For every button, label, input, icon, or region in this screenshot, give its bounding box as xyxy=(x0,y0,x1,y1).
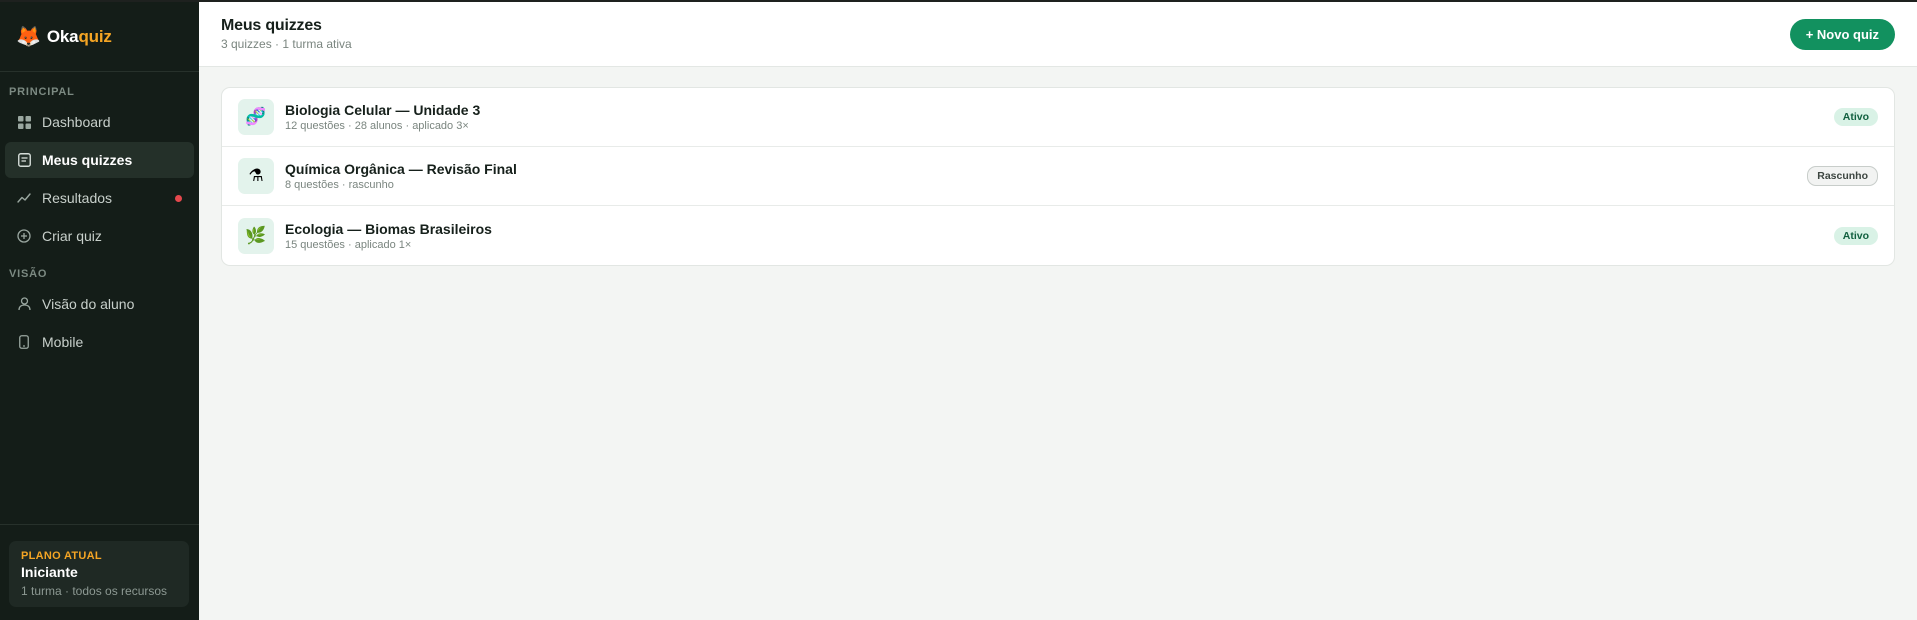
quiz-row-quimica[interactable]: ⚗ Química Orgânica — Revisão Final 8 que… xyxy=(222,147,1894,206)
sidebar-item-resultados[interactable]: Resultados xyxy=(5,180,194,216)
new-quiz-button[interactable]: + Novo quiz xyxy=(1789,18,1895,50)
flask-icon: ⚗ xyxy=(238,158,274,194)
phone-icon xyxy=(17,335,31,349)
header-titles: Meus quizzes 3 quizzes · 1 turma ativa xyxy=(221,17,352,51)
notification-dot xyxy=(175,195,182,202)
plan-name: Iniciante xyxy=(21,564,78,580)
document-icon xyxy=(17,153,31,167)
section-label-principal: PRINCIPAL xyxy=(9,86,75,98)
brand[interactable]: 🦊 Okaquiz xyxy=(0,2,199,72)
quiz-meta: 12 questões · 28 alunos · aplicado 3× xyxy=(285,120,469,132)
sidebar-item-label: Resultados xyxy=(42,190,113,206)
sidebar-item-mobile[interactable]: Mobile xyxy=(5,324,194,360)
sidebar-item-dashboard[interactable]: Dashboard xyxy=(5,104,194,140)
plan-description: 1 turma · todos os recursos xyxy=(21,584,168,598)
sidebar-item-label: Visão do aluno xyxy=(42,296,135,312)
nav-principal: Dashboard Meus quizzes Resultados Criar … xyxy=(0,98,199,254)
dna-icon: 🧬 xyxy=(238,99,274,135)
plan-label: PLANO ATUAL xyxy=(21,550,102,562)
trend-icon xyxy=(17,191,31,205)
quiz-row-biologia[interactable]: 🧬 Biologia Celular — Unidade 3 12 questõ… xyxy=(222,88,1894,147)
sidebar: 🦊 Okaquiz PRINCIPAL Dashboard Meus quizz… xyxy=(0,2,199,620)
quiz-title: Química Orgânica — Revisão Final xyxy=(285,161,517,177)
brand-name-accent: quiz xyxy=(78,26,112,46)
quiz-text: Biologia Celular — Unidade 3 12 questões… xyxy=(285,102,1834,132)
nav-visao: Visão do aluno Mobile xyxy=(0,280,199,360)
sidebar-item-label: Dashboard xyxy=(42,114,111,130)
page-subtitle: 3 quizzes · 1 turma ativa xyxy=(221,37,352,51)
quiz-list: 🧬 Biologia Celular — Unidade 3 12 questõ… xyxy=(221,87,1895,266)
sidebar-divider xyxy=(0,524,199,525)
page-title: Meus quizzes xyxy=(221,17,322,34)
fox-logo-icon: 🦊 xyxy=(16,25,41,48)
page-header: Meus quizzes 3 quizzes · 1 turma ativa +… xyxy=(199,2,1917,67)
quiz-text: Ecologia — Biomas Brasileiros 15 questõe… xyxy=(285,221,1834,251)
brand-name-prefix: Oka xyxy=(46,26,79,46)
sidebar-item-visao-do-aluno[interactable]: Visão do aluno xyxy=(5,286,194,322)
status-badge: Ativo xyxy=(1833,226,1878,245)
status-badge: Ativo xyxy=(1833,108,1878,126)
quiz-meta: 15 questões · aplicado 1× xyxy=(285,238,412,251)
status-badge: Rascunho xyxy=(1807,166,1878,186)
plan-card[interactable]: PLANO ATUAL Iniciante 1 turma · todos os… xyxy=(9,541,189,607)
grid-icon xyxy=(17,115,31,129)
plus-circle-icon xyxy=(17,229,31,243)
sidebar-item-label: Meus quizzes xyxy=(42,152,133,168)
quiz-title: Ecologia — Biomas Brasileiros xyxy=(285,220,492,237)
section-label-visao: VISÃO xyxy=(9,268,48,280)
sidebar-item-label: Criar quiz xyxy=(42,228,102,244)
user-icon xyxy=(17,297,31,311)
sidebar-item-criar-quiz[interactable]: Criar quiz xyxy=(5,218,194,254)
sidebar-item-meus-quizzes[interactable]: Meus quizzes xyxy=(5,142,194,178)
quiz-text: Química Orgânica — Revisão Final 8 quest… xyxy=(285,161,1807,191)
leaf-icon: 🌿 xyxy=(238,217,274,254)
main-content: Meus quizzes 3 quizzes · 1 turma ativa +… xyxy=(199,2,1917,620)
quiz-row-ecologia[interactable]: 🌿 Ecologia — Biomas Brasileiros 15 quest… xyxy=(222,206,1894,265)
brand-name: Okaquiz xyxy=(47,27,112,47)
quiz-title: Biologia Celular — Unidade 3 xyxy=(285,102,481,118)
sidebar-item-label: Mobile xyxy=(42,334,84,350)
app-window: 🦊 Okaquiz PRINCIPAL Dashboard Meus quizz… xyxy=(0,2,1917,620)
quiz-meta: 8 questões · rascunho xyxy=(285,179,394,191)
